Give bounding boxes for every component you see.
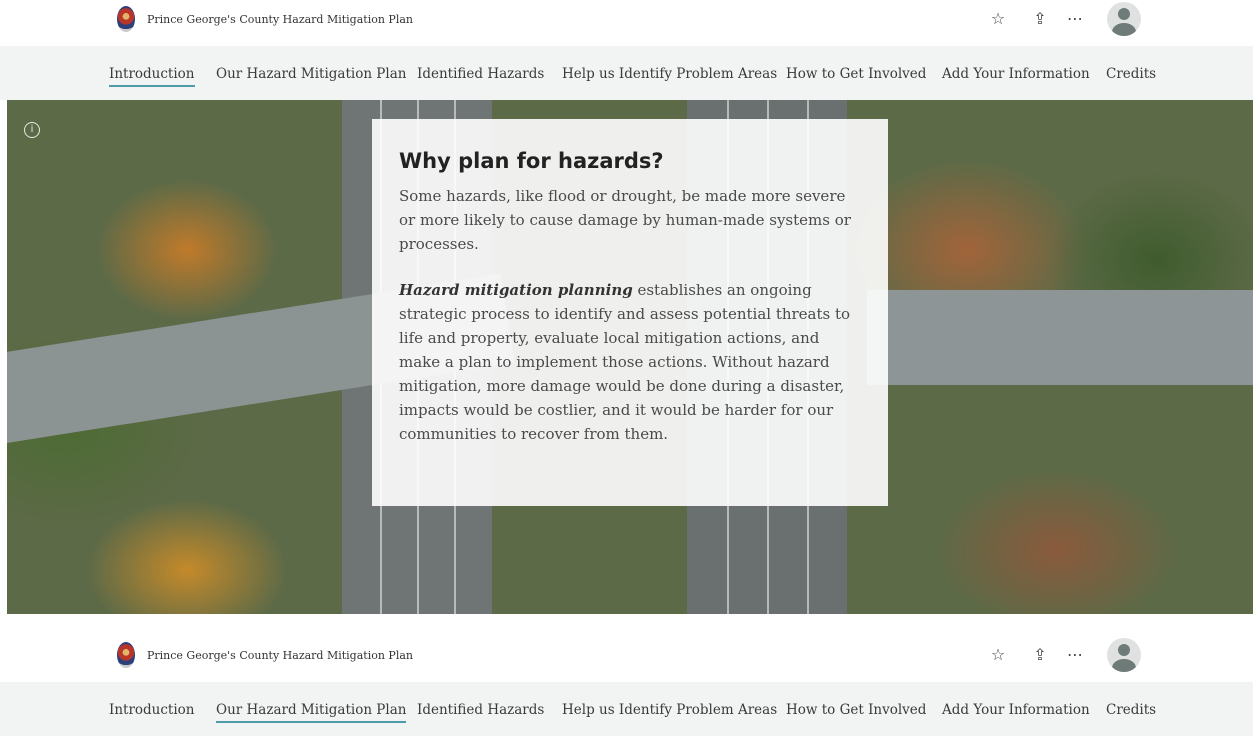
avatar-body — [1112, 23, 1136, 36]
site-header-repeat: Prince George's County Hazard Mitigation… — [0, 636, 1253, 678]
nav-item-introduction[interactable]: Introduction — [109, 65, 195, 87]
more-icon[interactable]: ⋯ — [1064, 645, 1086, 665]
info-icon[interactable]: i — [24, 122, 40, 138]
county-seal-logo[interactable] — [117, 642, 135, 668]
county-seal-logo[interactable] — [117, 6, 135, 32]
nav-item-our-hazard-mitigation-plan[interactable]: Our Hazard Mitigation Plan — [216, 65, 406, 83]
user-avatar[interactable] — [1107, 2, 1141, 36]
site-header: Prince George's County Hazard Mitigation… — [0, 0, 1253, 42]
card-paragraph-2: Hazard mitigation planning establishes a… — [399, 278, 861, 446]
star-icon[interactable]: ☆ — [987, 9, 1009, 29]
hero-aerial-image: i Why plan for hazards? Some hazards, li… — [7, 100, 1253, 614]
share-icon[interactable]: ⇪ — [1029, 9, 1051, 29]
avatar-head — [1118, 644, 1130, 656]
nav-item-identified-hazards[interactable]: Identified Hazards — [417, 701, 544, 719]
card-emphasis: Hazard mitigation planning — [399, 281, 633, 299]
nav-item-credits[interactable]: Credits — [1106, 65, 1156, 83]
avatar-body — [1112, 659, 1136, 672]
avatar-head — [1118, 8, 1130, 20]
card-paragraph-1: Some hazards, like flood or drought, be … — [399, 187, 851, 253]
nav-item-our-hazard-mitigation-plan[interactable]: Our Hazard Mitigation Plan — [216, 701, 407, 723]
nav-item-how-to-get-involved[interactable]: How to Get Involved — [786, 701, 926, 719]
nav-item-identified-hazards[interactable]: Identified Hazards — [417, 65, 544, 83]
nav-item-introduction[interactable]: Introduction — [109, 701, 195, 719]
nav-item-add-your-information[interactable]: Add Your Information — [942, 65, 1090, 83]
share-icon[interactable]: ⇪ — [1029, 645, 1051, 665]
section-nav: Introduction Our Hazard Mitigation Plan … — [0, 46, 1253, 100]
section-nav-repeat: Introduction Our Hazard Mitigation Plan … — [0, 682, 1253, 736]
user-avatar[interactable] — [1107, 638, 1141, 672]
more-icon[interactable]: ⋯ — [1064, 9, 1086, 29]
nav-item-help-identify-problem-areas[interactable]: Help us Identify Problem Areas — [562, 701, 777, 719]
nav-item-add-your-information[interactable]: Add Your Information — [942, 701, 1090, 719]
nav-item-help-identify-problem-areas[interactable]: Help us Identify Problem Areas — [562, 65, 777, 83]
nav-item-credits[interactable]: Credits — [1106, 701, 1156, 719]
intro-text-card: Why plan for hazards? Some hazards, like… — [372, 119, 888, 506]
card-heading: Why plan for hazards? — [399, 149, 664, 173]
nav-item-how-to-get-involved[interactable]: How to Get Involved — [786, 65, 926, 83]
site-title[interactable]: Prince George's County Hazard Mitigation… — [147, 649, 413, 662]
overpass-bridge-right — [867, 290, 1253, 385]
card-paragraph-2-text: establishes an ongoing strategic process… — [399, 281, 851, 443]
site-title[interactable]: Prince George's County Hazard Mitigation… — [147, 13, 413, 26]
star-icon[interactable]: ☆ — [987, 645, 1009, 665]
